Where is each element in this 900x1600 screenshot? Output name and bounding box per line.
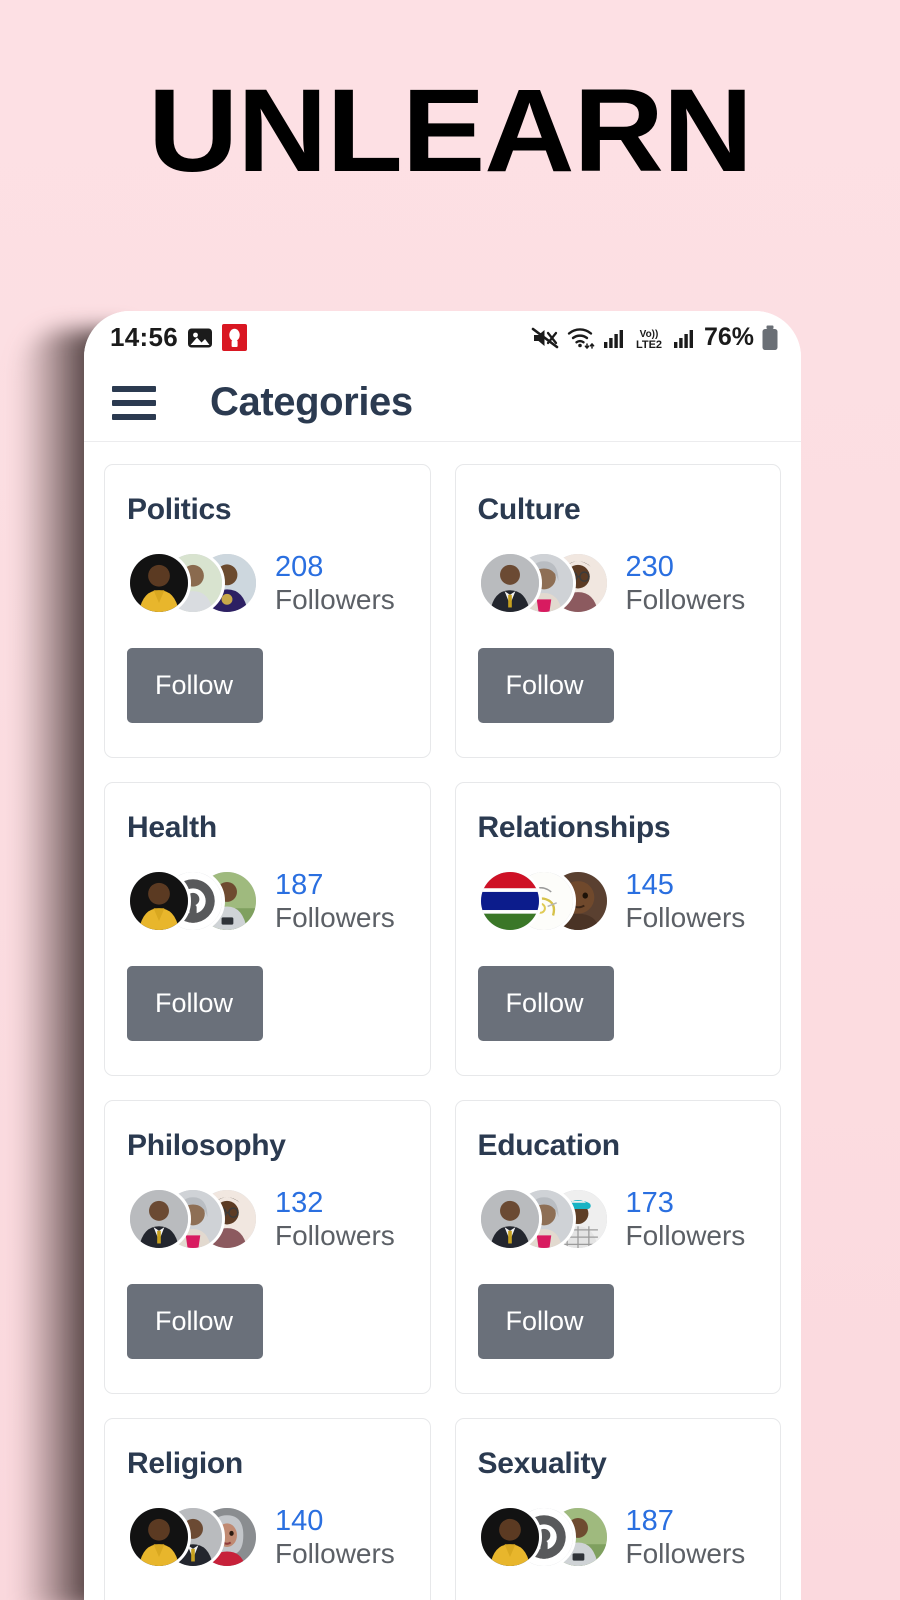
follow-button[interactable]: Follow (127, 966, 264, 1041)
category-grid: Politics 208 Followers Follow Culture 230 Foll… (84, 442, 801, 1600)
category-card[interactable]: Health 187 Followers Follow (104, 782, 431, 1076)
follow-button[interactable]: Follow (477, 1284, 614, 1359)
app-bar: Categories (84, 364, 801, 442)
category-title: Education (477, 1129, 621, 1162)
category-title: Politics (127, 493, 232, 526)
follower-label: Followers (275, 1219, 395, 1251)
category-card[interactable]: Sexuality187FollowersFollow (454, 1418, 781, 1600)
category-followers-row: 208 Followers (127, 551, 408, 615)
avatar-stack[interactable] (127, 1505, 261, 1569)
category-title: Culture (477, 493, 581, 526)
category-followers-row: 173 Followers (477, 1187, 759, 1251)
category-title: Sexuality (477, 1447, 607, 1480)
category-card[interactable]: Education 173 Followers Follow (454, 1100, 781, 1394)
follow-button[interactable]: Follow (477, 966, 614, 1041)
avatar (127, 1505, 191, 1569)
avatar (127, 551, 191, 615)
status-bar-right: Vo)) LTE2 76% (531, 323, 779, 352)
gallery-icon (187, 326, 213, 350)
avatar (477, 1187, 542, 1251)
category-followers-row: 140 Followers (127, 1505, 408, 1569)
category-card[interactable]: Politics 208 Followers Follow (104, 464, 431, 758)
avatar-stack[interactable] (127, 551, 261, 615)
follower-block: 187 Followers (626, 1505, 746, 1569)
mute-icon (531, 326, 559, 350)
signal-icon (603, 327, 625, 349)
follower-block: 132 Followers (275, 1187, 395, 1251)
follower-block: 140 Followers (275, 1505, 395, 1569)
follower-block: 230 Followers (626, 551, 746, 615)
follower-count: 145 (625, 869, 674, 902)
follower-count: 132 (275, 1187, 324, 1220)
avatar (477, 869, 542, 933)
follower-label: Followers (625, 1537, 746, 1569)
menu-bar-3 (112, 413, 156, 420)
avatar (127, 1187, 191, 1251)
promo-headline: UNLEARN (147, 65, 753, 197)
avatar (477, 1505, 542, 1569)
category-card[interactable]: Religion140FollowersFollow (104, 1418, 431, 1600)
follower-label: Followers (275, 901, 395, 933)
phone-mockup: 14:56 Vo)) LTE2 76% Categories Politics … (84, 311, 801, 1600)
avatar-stack[interactable] (477, 869, 612, 933)
follower-count: 230 (625, 551, 674, 584)
follower-label: Followers (275, 1537, 395, 1569)
status-bar-left: 14:56 (110, 322, 247, 353)
category-title: Philosophy (127, 1129, 286, 1162)
avatar-stack[interactable] (477, 1187, 612, 1251)
category-title: Health (127, 811, 217, 844)
hamburger-menu-icon[interactable] (108, 377, 164, 429)
category-followers-row: 132 Followers (127, 1187, 408, 1251)
avatar-stack[interactable] (127, 869, 261, 933)
follower-label: Followers (625, 1219, 746, 1251)
follower-block: 145 Followers (626, 869, 746, 933)
follower-label: Followers (275, 583, 395, 615)
follower-label: Followers (625, 901, 746, 933)
follow-button[interactable]: Follow (477, 648, 614, 723)
menu-bar-2 (112, 399, 156, 406)
follower-count: 173 (625, 1187, 674, 1220)
avatar-stack[interactable] (477, 551, 612, 615)
category-card[interactable]: Philosophy 132 Followers Follow (104, 1100, 431, 1394)
follower-label: Followers (625, 583, 746, 615)
category-followers-row: 187 Followers (477, 1505, 759, 1569)
follower-count: 208 (275, 551, 324, 584)
follower-block: 187 Followers (275, 869, 395, 933)
battery-icon (761, 325, 779, 351)
category-followers-row: 187 Followers (127, 869, 408, 933)
avatar-stack[interactable] (477, 1505, 612, 1569)
follower-count: 187 (625, 1505, 674, 1538)
wifi-icon (566, 325, 596, 350)
battery-percent-label: 76% (703, 323, 754, 351)
follower-block: 208 Followers (275, 551, 395, 615)
category-card[interactable]: Relationships 145 Followers Follow (454, 782, 781, 1076)
follower-count: 140 (275, 1505, 324, 1538)
category-followers-row: 145 Followers (477, 869, 759, 933)
avatar-stack[interactable] (127, 1187, 261, 1251)
volte2-icon: Vo)) LTE2 (632, 326, 666, 350)
category-title: Relationships (477, 811, 671, 844)
follow-button[interactable]: Follow (127, 648, 264, 723)
follow-button[interactable]: Follow (127, 1284, 264, 1359)
avatar (127, 869, 191, 933)
status-bar: 14:56 Vo)) LTE2 76% (84, 311, 801, 364)
svg-text:LTE2: LTE2 (636, 339, 662, 350)
page-title: Categories (210, 380, 413, 424)
follower-block: 173 Followers (626, 1187, 746, 1251)
category-card[interactable]: Culture 230 Followers Follow (454, 464, 781, 758)
opera-app-icon (222, 324, 247, 351)
signal-2-icon (673, 327, 695, 349)
category-title: Religion (127, 1447, 243, 1480)
avatar (477, 551, 542, 615)
status-time: 14:56 (110, 322, 178, 352)
follower-count: 187 (275, 869, 324, 902)
menu-bar-1 (112, 385, 156, 392)
category-followers-row: 230 Followers (477, 551, 759, 615)
